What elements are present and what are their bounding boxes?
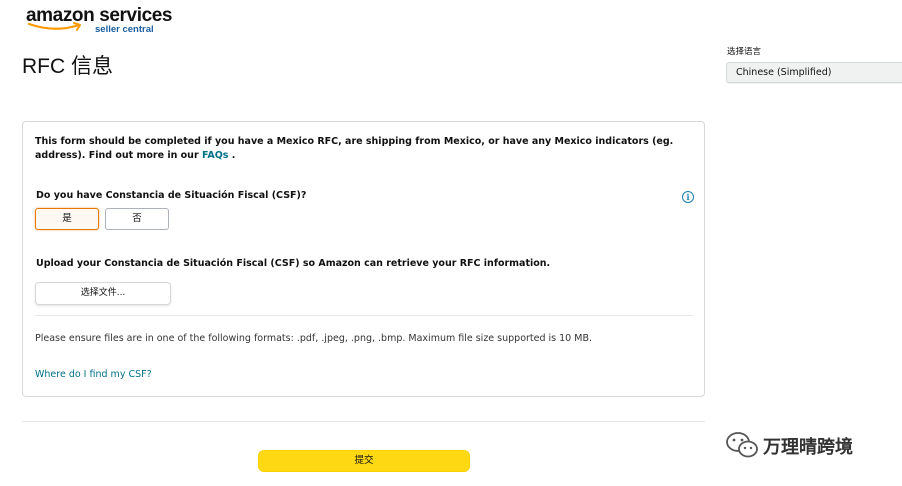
watermark-text: 万理晴跨境 — [763, 437, 853, 458]
rfc-form-card: This form should be completed if you hav… — [22, 121, 705, 397]
file-formats-note: Please ensure files are in one of the fo… — [35, 333, 592, 344]
intro-body: This form should be completed if you hav… — [35, 136, 674, 161]
no-button[interactable]: 否 — [105, 208, 169, 230]
wechat-icon — [726, 432, 758, 458]
intro-text: This form should be completed if you hav… — [35, 135, 695, 163]
faqs-link[interactable]: FAQs — [202, 150, 228, 161]
footer-divider — [22, 421, 705, 422]
info-icon[interactable]: i — [682, 191, 694, 203]
submit-button[interactable]: 提交 — [258, 450, 470, 472]
amazon-smile-icon — [27, 22, 81, 31]
choose-file-button[interactable]: 选择文件... — [35, 282, 171, 305]
divider — [35, 315, 693, 316]
language-label: 选择语言 — [727, 47, 762, 57]
page-title: RFC 信息 — [22, 55, 113, 78]
upload-instruction: Upload your Constancia de Situación Fisc… — [36, 258, 551, 269]
yes-button[interactable]: 是 — [35, 208, 99, 230]
where-find-csf-link[interactable]: Where do I find my CSF? — [35, 369, 152, 380]
csf-question: Do you have Constancia de Situación Fisc… — [36, 190, 307, 201]
amazon-services-logo: amazon services seller central — [26, 5, 172, 35]
language-select[interactable]: Chinese (Simplified) — [726, 62, 902, 83]
intro-end: . — [228, 150, 236, 161]
logo-subtitle: seller central — [95, 24, 154, 35]
